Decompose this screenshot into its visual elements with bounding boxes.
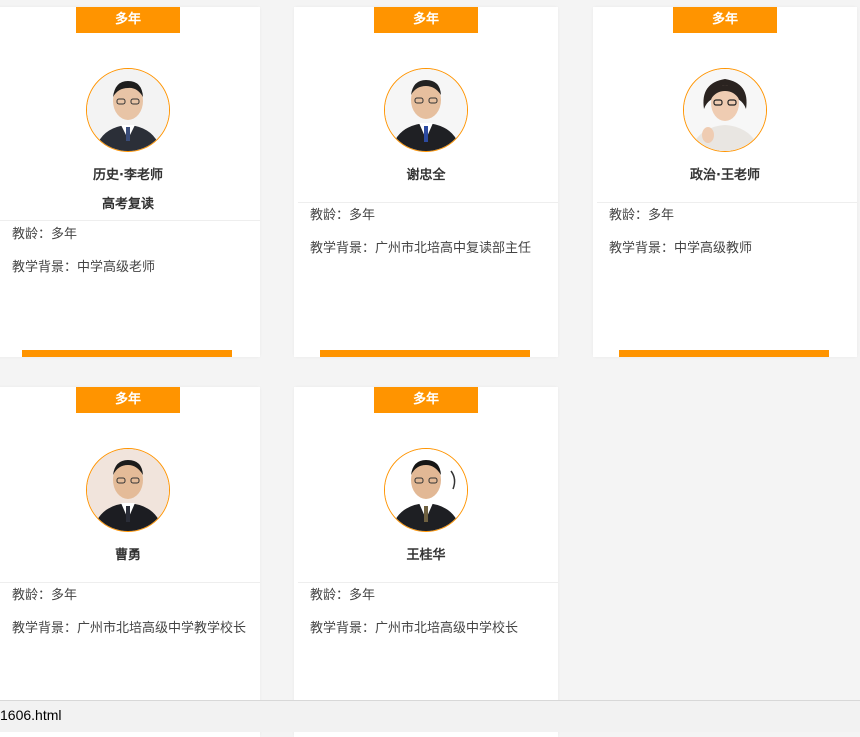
experience-badge: 多年 xyxy=(374,387,478,413)
teacher-avatar xyxy=(86,448,170,532)
teaching-experience: 教龄：多年 xyxy=(609,208,675,223)
teacher-name: 王桂华 xyxy=(406,548,446,563)
teacher-name: 谢忠全 xyxy=(406,168,446,183)
teacher-info: 教龄：多年 教学背景：中学高级教师 xyxy=(609,203,845,269)
teacher-info: 教龄：多年 教学背景：中学高级老师 xyxy=(12,222,248,288)
card-bottom-bar xyxy=(619,350,829,357)
teaching-experience: 教龄：多年 xyxy=(310,208,376,223)
teacher-info: 教龄：多年 教学背景：广州市北培高级中学校长 xyxy=(310,583,546,649)
card-bottom-bar xyxy=(320,350,530,357)
teacher-info: 教龄：多年 教学背景：广州市北培高中复读部主任 xyxy=(310,203,546,269)
experience-badge: 多年 xyxy=(76,387,180,413)
teacher-card[interactable]: 多年 曹勇 教龄：多年 教学背景：广州市北培高级中学教学校长 xyxy=(0,387,260,737)
teacher-avatar xyxy=(384,448,468,532)
experience-badge: 多年 xyxy=(673,7,777,33)
status-url: 1606.html xyxy=(0,707,62,723)
teacher-name: 曹勇 xyxy=(114,548,141,563)
browser-status-bar: 1606.html xyxy=(0,700,860,732)
teacher-avatar xyxy=(86,68,170,152)
teaching-background: 教学背景：中学高级老师 xyxy=(12,260,156,275)
teaching-background: 教学背景：广州市北培高级中学校长 xyxy=(310,621,519,636)
teacher-card[interactable]: 多年 谢忠全 教龄：多年 教学背景：广州市北培高中复读部主任 xyxy=(294,7,558,357)
teaching-experience: 教龄：多年 xyxy=(12,227,78,242)
teacher-subtitle: 高考复读 xyxy=(101,197,154,212)
teacher-card[interactable]: 多年 政治·王老师 教龄：多年 教学背景：中学高级教师 xyxy=(593,7,857,357)
teaching-background: 教学背景：广州市北培高中复读部主任 xyxy=(310,241,532,256)
teacher-name: 历史·李老师 xyxy=(93,168,163,183)
teacher-avatar xyxy=(384,68,468,152)
teaching-background: 教学背景：中学高级教师 xyxy=(609,241,753,256)
teaching-background: 教学背景：广州市北培高级中学教学校长 xyxy=(12,621,247,636)
divider xyxy=(0,220,260,221)
experience-badge: 多年 xyxy=(374,7,478,33)
teacher-info: 教龄：多年 教学背景：广州市北培高级中学教学校长 xyxy=(12,583,248,649)
teaching-experience: 教龄：多年 xyxy=(310,588,376,603)
experience-badge: 多年 xyxy=(76,7,180,33)
card-bottom-bar xyxy=(22,350,232,357)
teaching-experience: 教龄：多年 xyxy=(12,588,78,603)
teacher-avatar xyxy=(683,68,767,152)
teacher-card[interactable]: 多年 历史·李老师 高考复读 教龄：多年 教学背景：中学高级老师 xyxy=(0,7,260,357)
teacher-card[interactable]: 多年 王桂华 教龄：多年 教学背景：广州市北培高级中学校长 xyxy=(294,387,558,737)
teacher-name: 政治·王老师 xyxy=(690,168,760,183)
